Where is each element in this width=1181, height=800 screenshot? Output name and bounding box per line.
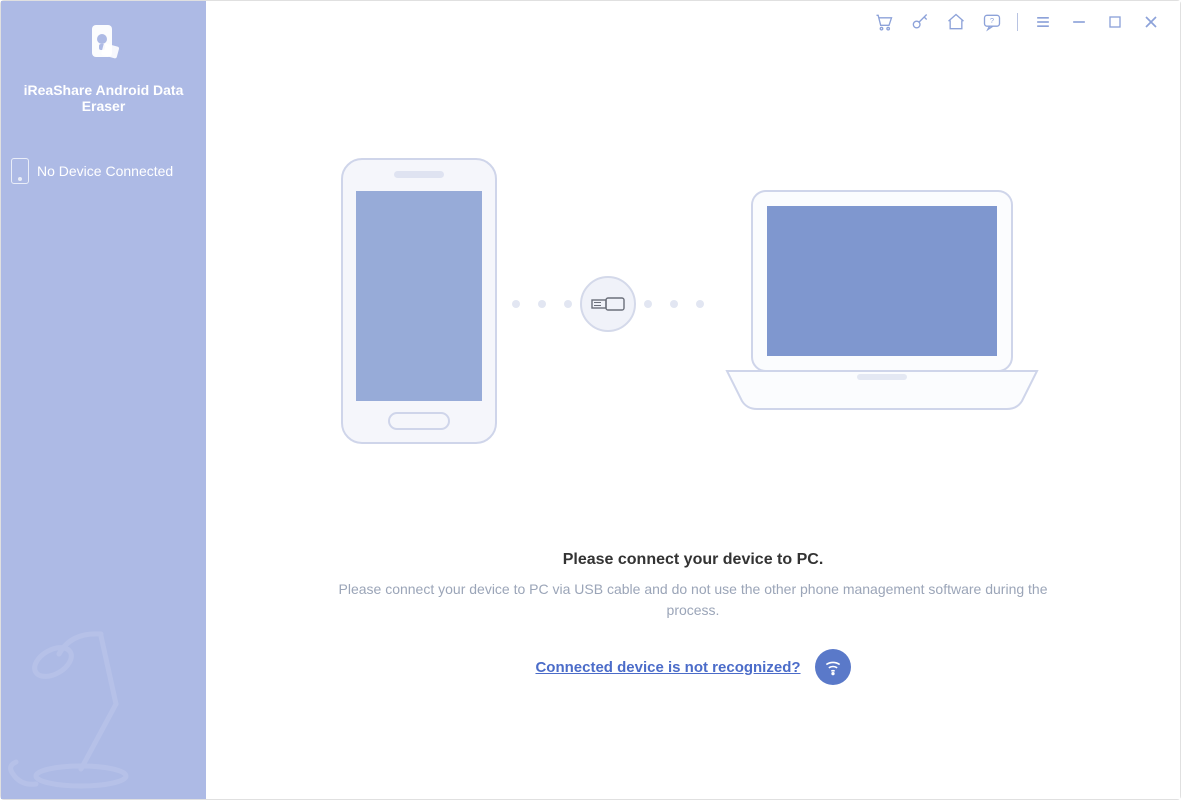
titlebar: ? (873, 11, 1162, 33)
menu-icon[interactable] (1032, 11, 1054, 33)
dot-icon (538, 300, 546, 308)
desk-lamp-decoration-icon (1, 624, 181, 799)
main-panel: ? (206, 1, 1180, 799)
cart-icon[interactable] (873, 11, 895, 33)
svg-text:?: ? (990, 16, 994, 25)
dot-icon (512, 300, 520, 308)
titlebar-divider (1017, 13, 1018, 31)
home-icon[interactable] (945, 11, 967, 33)
brand-logo-icon (82, 21, 126, 70)
brand-block: iReaShare Android Data Eraser (1, 1, 206, 124)
connect-content: Please connect your device to PC. Please… (206, 151, 1180, 685)
connection-dots-right (644, 300, 704, 308)
phone-illustration-icon (334, 151, 504, 456)
minimize-icon[interactable] (1068, 11, 1090, 33)
help-row: Connected device is not recognized? (206, 649, 1180, 685)
feedback-icon[interactable]: ? (981, 11, 1003, 33)
close-icon[interactable] (1140, 11, 1162, 33)
sidebar-item-no-device[interactable]: No Device Connected (1, 152, 206, 190)
maximize-icon[interactable] (1104, 11, 1126, 33)
dot-icon (644, 300, 652, 308)
instruction-texts: Please connect your device to PC. Please… (206, 551, 1180, 685)
phone-outline-icon (11, 158, 29, 184)
wifi-icon (823, 657, 843, 677)
connect-subline: Please connect your device to PC via USB… (313, 579, 1073, 621)
connect-illustration (253, 151, 1133, 456)
connection-dots-left (512, 300, 572, 308)
key-icon[interactable] (909, 11, 931, 33)
laptop-illustration-icon (712, 171, 1052, 436)
sidebar-item-label: No Device Connected (37, 163, 173, 179)
brand-title: iReaShare Android Data Eraser (5, 82, 202, 114)
wifi-button[interactable] (815, 649, 851, 685)
sidebar: iReaShare Android Data Eraser No Device … (1, 1, 206, 799)
dot-icon (564, 300, 572, 308)
usb-plug-icon (580, 276, 636, 332)
dot-icon (670, 300, 678, 308)
connect-headline: Please connect your device to PC. (206, 551, 1180, 569)
not-recognized-link[interactable]: Connected device is not recognized? (535, 659, 800, 676)
dot-icon (696, 300, 704, 308)
